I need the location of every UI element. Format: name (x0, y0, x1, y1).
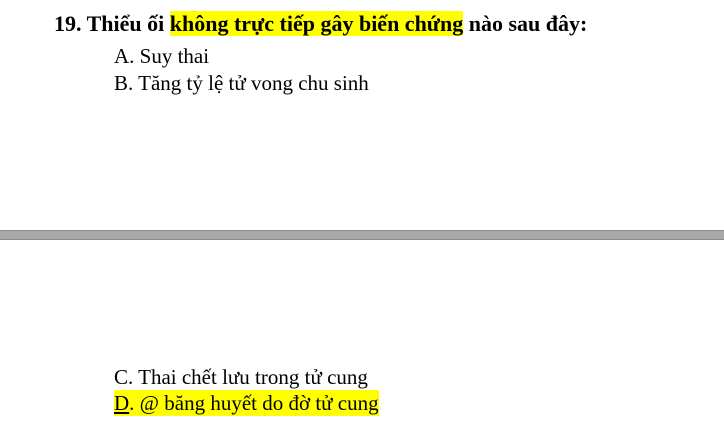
option-c: C. Thai chết lưu trong tử cung (114, 365, 368, 389)
question-text-highlighted: không trực tiếp gây biến chứng (169, 11, 464, 36)
page-break-divider (0, 230, 724, 240)
option-d-letter: D (114, 391, 130, 415)
option-a: A. Suy thai (114, 44, 210, 68)
question-text-before: Thiểu ối (86, 11, 165, 36)
question-19: 19. Thiểu ối không trực tiếp gây biến ch… (54, 9, 587, 39)
question-text-after: nào sau đây: (468, 11, 588, 36)
option-b: B. Tăng tỷ lệ tử vong chu sinh (114, 71, 369, 95)
option-d-correct-answer: D. @ băng huyết do đờ tử cung (114, 390, 379, 416)
question-number: 19. (54, 11, 82, 36)
option-d-text: . @ băng huyết do đờ tử cung (129, 391, 379, 415)
